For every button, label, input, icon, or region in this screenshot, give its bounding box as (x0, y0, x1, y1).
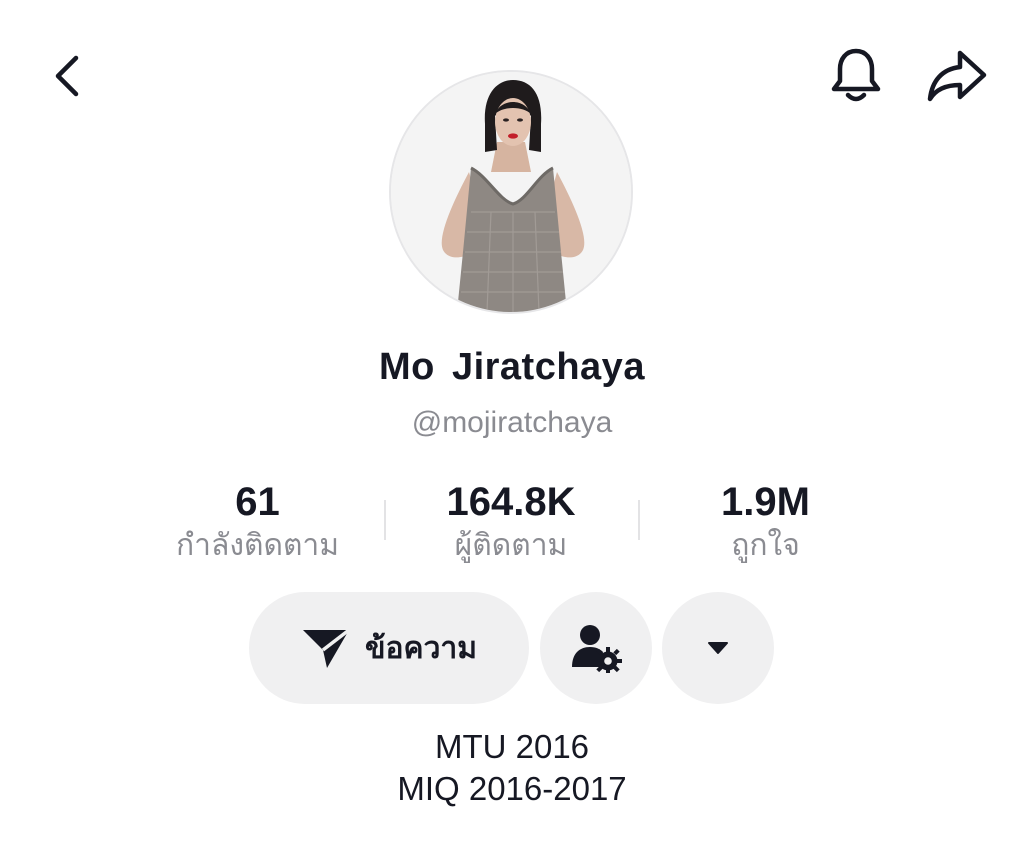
profile-actions: ข้อความ (0, 592, 1024, 704)
send-icon (302, 628, 351, 668)
friend-settings-button[interactable] (540, 592, 652, 704)
display-name: Mo Jiratchaya (379, 346, 645, 388)
profile-photo (391, 72, 631, 312)
following-label: กำลังติดตาม (175, 529, 340, 562)
followers-stat[interactable]: 164.8K ผู้ติดตาม (405, 478, 617, 566)
avatar[interactable] (389, 70, 633, 314)
bio-line: MTU 2016 (434, 728, 590, 765)
likes-count: 1.9M (721, 480, 810, 524)
stats-divider (384, 500, 386, 540)
chevron-left-icon (55, 55, 79, 97)
message-button-label: ข้อความ (364, 631, 478, 665)
bio: MTU 2016 MIQ 2016-2017 (0, 726, 1024, 810)
following-stat[interactable]: 61 กำลังติดตาม (160, 478, 355, 566)
stats-row: 61 กำลังติดตาม 164.8K ผู้ติดตาม 1.9M ถูก… (0, 478, 1024, 568)
bio-line: MIQ 2016-2017 (397, 770, 627, 807)
followers-count: 164.8K (446, 480, 576, 524)
user-gear-icon (572, 625, 622, 673)
caret-down-icon (708, 642, 728, 654)
notification-bell-button[interactable] (826, 44, 886, 106)
back-button[interactable] (40, 50, 92, 102)
stats-divider (638, 500, 640, 540)
share-button[interactable] (924, 44, 990, 106)
share-arrow-icon (927, 50, 987, 102)
likes-label: ถูกใจ (731, 529, 800, 562)
followers-label: ผู้ติดตาม (454, 529, 568, 562)
message-button[interactable]: ข้อความ (249, 592, 529, 704)
username-handle: @mojiratchaya (411, 406, 613, 439)
following-count: 61 (235, 480, 280, 524)
likes-stat[interactable]: 1.9M ถูกใจ (668, 478, 863, 566)
more-options-button[interactable] (662, 592, 774, 704)
bell-icon (831, 48, 881, 102)
